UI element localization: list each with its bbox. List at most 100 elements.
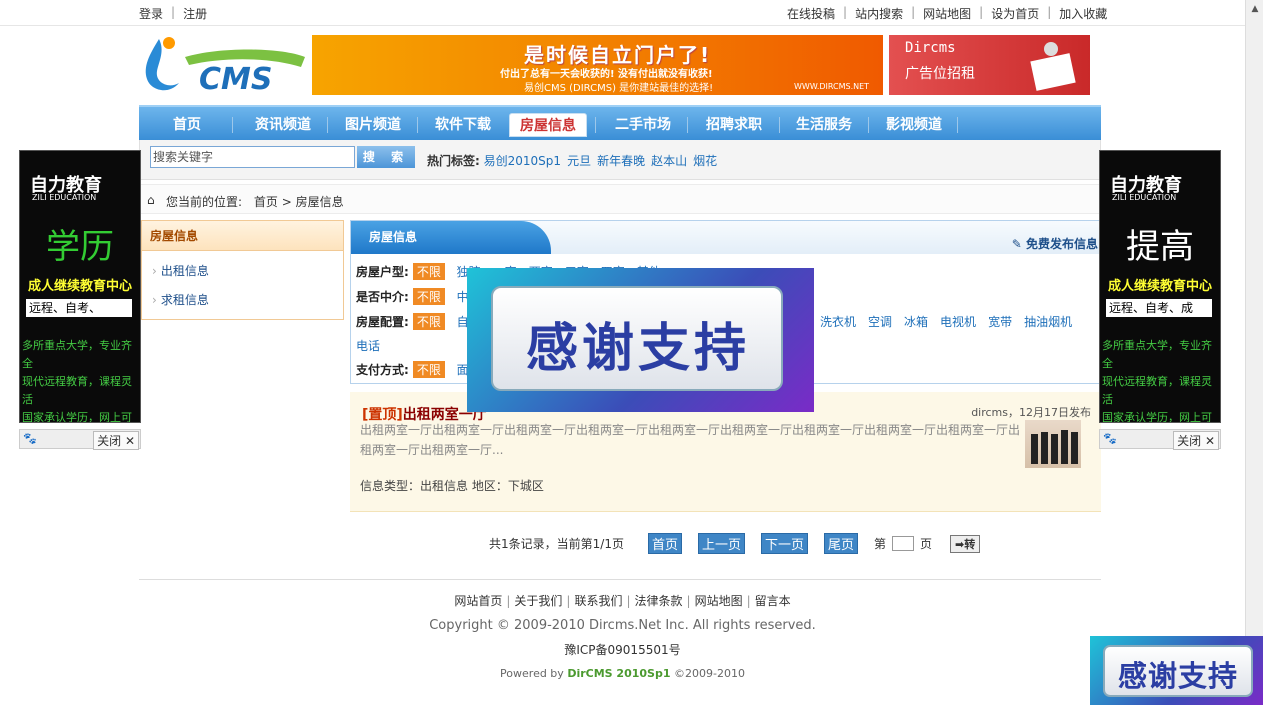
filter-any-tag[interactable]: 不限	[412, 263, 445, 280]
filter-option[interactable]: 冰箱	[904, 315, 928, 329]
ad-headline: 提高	[1126, 227, 1194, 267]
nav-item-secondhand[interactable]: 二手市场	[603, 113, 683, 137]
top-banner-ad[interactable]: 是时候自立门户了! 付出了总有一天会收获的! 没有付出就没有收获! 易创CMS …	[312, 35, 883, 95]
ad-box: 远程、自考、成	[1106, 299, 1212, 317]
sidebar-item-seek-rent[interactable]: 求租信息	[152, 291, 209, 308]
nav-item-images[interactable]: 图片频道	[333, 113, 413, 137]
sidebar: 房屋信息 出租信息 求租信息	[141, 220, 344, 320]
filter-option[interactable]: 洗衣机	[820, 315, 856, 329]
footer-link[interactable]: 关于我们	[514, 594, 562, 608]
thanks-corner-popup[interactable]: 感谢支持	[1090, 636, 1263, 705]
banner-line1: 付出了总有一天会收获的! 没有付出就没有收获!	[500, 69, 713, 80]
sign-figure-icon	[1030, 42, 1076, 91]
sidebar-title: 房屋信息	[142, 221, 343, 251]
icp-number[interactable]: 豫ICP备09015501号	[0, 641, 1245, 658]
left-side-ad[interactable]: 自力教育 ZILI EDUCATION 学历 成人继续教育中心 远程、自考、 多…	[19, 150, 141, 423]
filter-option[interactable]: 空调	[868, 315, 892, 329]
filter-row-amenities-cont: 洗衣机 空调 冰箱 电视机 宽带 抽油烟机	[820, 313, 1084, 330]
copyright: Copyright © 2009-2010 Dircms.Net Inc. Al…	[429, 618, 816, 633]
nav-item-news[interactable]: 资讯频道	[243, 113, 323, 137]
vertical-scrollbar[interactable]: ▲	[1245, 0, 1263, 705]
footer-link[interactable]: 法律条款	[635, 594, 683, 608]
register-link[interactable]: 注册	[183, 5, 207, 22]
listing-info: 信息类型：出租信息 地区：下城区	[360, 479, 544, 493]
svg-text:CMS: CMS	[199, 62, 272, 97]
page-number-input[interactable]	[892, 536, 915, 551]
home-icon: ⌂	[147, 193, 155, 207]
hot-tag[interactable]: 元旦	[567, 154, 591, 168]
sitemap-link[interactable]: 网站地图	[923, 5, 971, 22]
thanks-popup[interactable]: 感谢支持	[467, 268, 814, 412]
site-logo[interactable]: CMS	[139, 33, 309, 97]
filter-option[interactable]: 抽油烟机	[1024, 315, 1072, 329]
login-link[interactable]: 登录	[139, 5, 163, 22]
prev-page-button[interactable]: 上一页	[697, 533, 745, 554]
listing-thumbnail[interactable]	[1025, 420, 1081, 468]
hot-tags-label: 热门标签:	[427, 154, 480, 168]
filter-any-tag[interactable]: 不限	[412, 361, 445, 378]
footer-link[interactable]: 留言本	[755, 594, 791, 608]
main-tab: 房屋信息	[351, 221, 551, 254]
search-input[interactable]: 搜索关键字	[150, 146, 355, 168]
filter-option[interactable]: 宽带	[988, 315, 1012, 329]
breadcrumb-home[interactable]: 首页	[254, 195, 278, 209]
footer-divider	[139, 579, 1101, 580]
close-button[interactable]: 关闭 ✕	[1173, 431, 1219, 450]
banner-headline: 是时候自立门户了!	[524, 43, 712, 67]
popup-text: 感谢支持	[525, 319, 750, 379]
footer-link[interactable]: 联系我们	[574, 594, 622, 608]
nav-item-jobs[interactable]: 招聘求职	[693, 113, 775, 137]
search-bar: 搜索关键字 搜 索 热门标签: 易创2010Sp1 元旦 新年春晚 赵本山 烟花	[139, 140, 1101, 180]
right-side-ad[interactable]: 自力教育 ZILI EDUCATION 提高 成人继续教育中心 远程、自考、成 …	[1099, 150, 1221, 423]
nav-item-software[interactable]: 软件下载	[423, 113, 503, 137]
filter-option[interactable]: 电话	[356, 339, 380, 353]
first-page-button[interactable]: 首页	[647, 533, 682, 554]
add-favorite-link[interactable]: 加入收藏	[1059, 5, 1107, 22]
publish-icon: ✎	[1011, 237, 1026, 251]
site-search-link[interactable]: 站内搜索	[855, 5, 903, 22]
publish-link[interactable]: ✎ 免费发布信息	[1012, 235, 1098, 252]
filter-option[interactable]: 电视机	[940, 315, 976, 329]
submit-link[interactable]: 在线投稿	[787, 5, 835, 22]
filter-row-amenities: 房屋配置: 不限 自	[356, 313, 469, 330]
ad-subtitle: 成人继续教育中心	[27, 279, 132, 294]
go-button[interactable]: ➡转	[950, 534, 981, 553]
nav-item-video[interactable]: 影视频道	[873, 113, 955, 137]
filter-row-payment: 支付方式: 不限 面	[356, 361, 469, 378]
pagination: 共1条记录，当前第1/1页 首页 上一页 下一页 尾页 第 页 ➡转	[489, 533, 981, 554]
scroll-up-icon[interactable]: ▲	[1249, 3, 1261, 15]
ad-brand-en: ZILI EDUCATION	[32, 193, 97, 202]
ad-subtitle: 成人继续教育中心	[1107, 279, 1212, 294]
hot-tag[interactable]: 烟花	[693, 154, 717, 168]
main-nav: 首页 资讯频道 图片频道 软件下载 房屋信息 二手市场 招聘求职 生活服务 影视…	[139, 105, 1101, 140]
next-page-button[interactable]: 下一页	[760, 533, 808, 554]
nav-item-home[interactable]: 首页	[157, 113, 217, 137]
hot-tag[interactable]: 新年春晚	[597, 154, 645, 168]
pager-summary: 共1条记录，当前第1/1页	[489, 537, 624, 551]
ad-brand: Dircms	[905, 40, 956, 56]
ad-lines: 多所重点大学，专业齐全现代远程教育，课程灵活国家承认学历，网上可查	[22, 339, 132, 423]
search-button[interactable]: 搜 索	[357, 146, 415, 168]
ad-lines: 多所重点大学，专业齐全现代远程教育，课程灵活国家承认学历，网上可查	[1102, 339, 1212, 423]
nav-item-housing[interactable]: 房屋信息	[509, 113, 587, 137]
ad-space-box[interactable]: Dircms 广告位招租	[889, 35, 1090, 95]
filter-any-tag[interactable]: 不限	[412, 313, 445, 330]
hot-tag[interactable]: 赵本山	[651, 154, 687, 168]
last-page-button[interactable]: 尾页	[824, 533, 859, 554]
main-header: 房屋信息 ✎ 免费发布信息	[350, 220, 1101, 254]
ad-box: 远程、自考、	[26, 299, 132, 317]
paw-icon: 🐾	[1103, 432, 1117, 445]
listing-meta: dircms，12月17日发布	[971, 406, 1091, 419]
nav-item-life[interactable]: 生活服务	[783, 113, 865, 137]
right-ad-close-bar: 🐾 关闭 ✕	[1099, 429, 1221, 450]
footer-link[interactable]: 网站首页	[454, 594, 502, 608]
hot-tag[interactable]: 易创2010Sp1	[484, 154, 561, 168]
paw-icon: 🐾	[23, 432, 37, 445]
close-button[interactable]: 关闭 ✕	[93, 431, 139, 450]
ad-brand-en: ZILI EDUCATION	[1112, 193, 1177, 202]
sidebar-item-rent-out[interactable]: 出租信息	[152, 262, 209, 279]
powered-by: Powered by DirCMS 2010Sp1 ©2009-2010	[500, 667, 745, 680]
filter-any-tag[interactable]: 不限	[412, 288, 445, 305]
footer-link[interactable]: 网站地图	[695, 594, 743, 608]
set-homepage-link[interactable]: 设为首页	[991, 5, 1039, 22]
